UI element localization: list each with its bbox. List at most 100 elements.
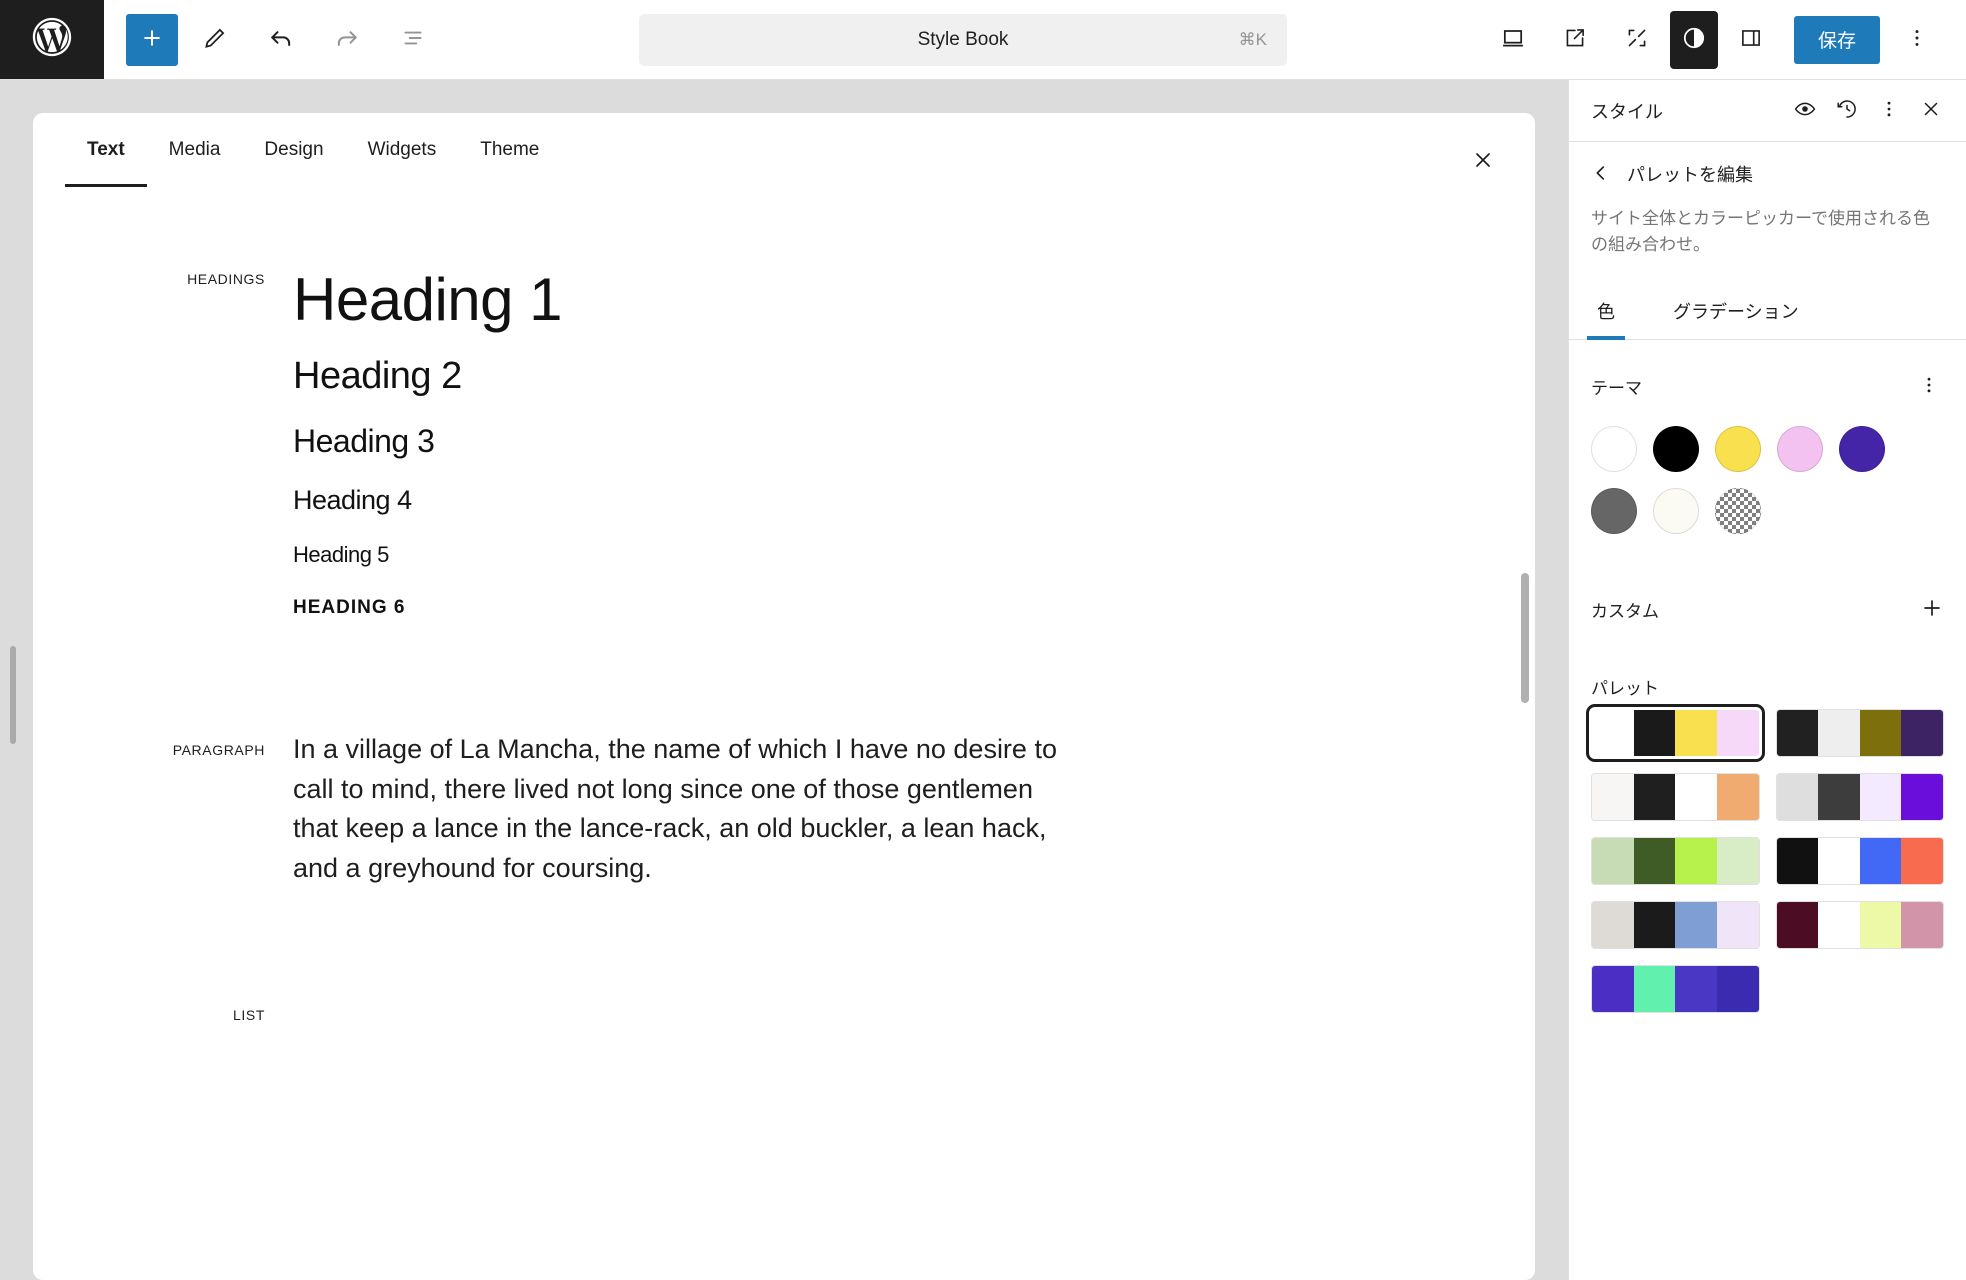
palette-4[interactable] — [1775, 772, 1944, 821]
heading-4-sample: Heading 4 — [293, 484, 412, 515]
style-book-tab-bar: Text Media Design Widgets Theme — [33, 113, 1535, 187]
canvas-scrollbar-thumb[interactable] — [1521, 573, 1529, 703]
style-book-toggle-button[interactable] — [1669, 10, 1718, 69]
command-bar-area: Style Book ⌘K — [442, 0, 1484, 79]
command-bar-shortcut: ⌘K — [1238, 29, 1267, 49]
options-menu-button[interactable] — [1888, 11, 1946, 69]
revisions-history-icon — [1835, 97, 1859, 124]
undo-button[interactable] — [252, 11, 310, 69]
edit-tool-button[interactable] — [186, 11, 244, 69]
heading-5-sample: Heading 5 — [293, 542, 389, 568]
redo-arrow-icon — [333, 24, 361, 55]
swatch-transparent[interactable] — [1715, 487, 1761, 534]
palette-section-title: パレット — [1591, 678, 1659, 698]
heading-2-sample: Heading 2 — [293, 355, 462, 397]
palette-8[interactable] — [1775, 900, 1944, 949]
swatch-cream[interactable] — [1653, 487, 1699, 534]
tab-colors[interactable]: 色 — [1587, 283, 1625, 340]
sidebar-panel-icon — [1738, 25, 1764, 54]
three-dots-vertical-icon — [1906, 27, 1928, 52]
style-preview-eye-icon — [1793, 97, 1817, 124]
save-button[interactable]: 保存 — [1793, 15, 1880, 64]
swatch-purple[interactable] — [1839, 425, 1885, 472]
document-overview-button[interactable] — [384, 11, 442, 69]
add-custom-color-button[interactable] — [1914, 592, 1950, 628]
tab-widgets[interactable]: Widgets — [346, 113, 459, 187]
styles-sidebar: スタイル パレットを編集 サイト全体とカラーピッカーで使用される色の組み合わせ。… — [1568, 80, 1966, 1280]
palette-9[interactable] — [1591, 964, 1760, 1013]
close-style-book-button[interactable] — [1461, 139, 1505, 183]
tab-text[interactable]: Text — [65, 113, 147, 187]
section-paragraph: PARAGRAPH In a village of La Mancha, the… — [33, 730, 1535, 890]
headings-examples: Heading 1 Heading 2 Heading 3 Heading 4 … — [293, 265, 1535, 620]
style-preview-button[interactable] — [1784, 90, 1826, 132]
top-toolbar: Style Book ⌘K 保存 — [0, 0, 1966, 80]
theme-section-menu-button[interactable] — [1908, 366, 1950, 408]
palette-section-header: パレット — [1569, 638, 1966, 699]
list-view-icon — [400, 25, 426, 54]
palette-grid — [1569, 699, 1966, 1035]
swatch-yellow[interactable] — [1715, 425, 1761, 472]
section-label-headings: HEADINGS — [187, 271, 265, 287]
three-dots-vertical-icon — [1919, 375, 1939, 398]
style-book-panel: Text Media Design Widgets Theme HEADINGS — [33, 113, 1535, 1280]
close-sidebar-icon — [1920, 98, 1942, 123]
revisions-button[interactable] — [1826, 90, 1868, 132]
swatch-white[interactable] — [1591, 425, 1637, 472]
tab-theme[interactable]: Theme — [458, 113, 561, 187]
plus-icon — [1920, 596, 1944, 623]
tab-design[interactable]: Design — [242, 113, 345, 187]
close-sidebar-button[interactable] — [1910, 90, 1952, 132]
swatch-black[interactable] — [1653, 425, 1699, 472]
back-button[interactable] — [1581, 154, 1621, 194]
pencil-icon — [202, 25, 228, 54]
wordpress-logo-button[interactable] — [0, 0, 104, 79]
palette-description: サイト全体とカラーピッカーで使用される色の組み合わせ。 — [1591, 209, 1930, 255]
theme-section-header: テーマ — [1569, 340, 1966, 418]
more-options-icon — [1879, 99, 1899, 122]
swatch-pink[interactable] — [1777, 425, 1823, 472]
heading-6-sample: HEADING 6 — [293, 596, 406, 618]
color-tab-bar: 色 グラデーション — [1569, 283, 1966, 340]
paragraph-examples: In a village of La Mancha, the name of w… — [293, 730, 1535, 890]
external-link-icon — [1562, 25, 1588, 54]
palette-default[interactable] — [1586, 703, 1765, 762]
heading-3-sample: Heading 3 — [293, 422, 435, 459]
canvas-scrollbar-track — [1521, 113, 1529, 1280]
tab-media[interactable]: Media — [147, 113, 243, 187]
canvas-left-scrollbar[interactable] — [10, 646, 16, 744]
section-label-list: LIST — [233, 1007, 265, 1024]
device-preview-button[interactable] — [1484, 11, 1542, 69]
wordpress-logo-icon — [29, 14, 75, 65]
palette-7[interactable] — [1591, 900, 1760, 949]
style-book-content: HEADINGS Heading 1 Heading 2 Heading 3 H… — [33, 265, 1535, 1023]
expand-icon — [1624, 25, 1650, 54]
palette-5[interactable] — [1591, 836, 1760, 885]
add-block-button[interactable] — [126, 13, 178, 66]
view-site-button[interactable] — [1546, 11, 1604, 69]
custom-section-header: カスタム — [1569, 534, 1966, 638]
swatch-gray[interactable] — [1591, 487, 1637, 534]
undo-arrow-icon — [267, 24, 295, 55]
contrast-circle-icon — [1681, 25, 1707, 54]
palette-3[interactable] — [1591, 772, 1760, 821]
palette-6[interactable] — [1775, 836, 1944, 885]
redo-button[interactable] — [318, 11, 376, 69]
palette-2[interactable] — [1775, 708, 1944, 757]
settings-sidebar-button[interactable] — [1722, 11, 1780, 69]
section-headings: HEADINGS Heading 1 Heading 2 Heading 3 H… — [33, 265, 1535, 620]
sidebar-more-options-button[interactable] — [1868, 90, 1910, 132]
sidebar-header: スタイル — [1569, 80, 1966, 142]
chevron-left-icon — [1590, 162, 1612, 187]
custom-section-title: カスタム — [1591, 602, 1659, 622]
style-book-canvas: Text Media Design Widgets Theme HEADINGS — [0, 80, 1568, 1280]
paragraph-sample: In a village of La Mancha, the name of w… — [293, 733, 1057, 884]
desktop-icon — [1499, 24, 1527, 55]
command-bar[interactable]: Style Book ⌘K — [638, 13, 1287, 66]
heading-1-sample: Heading 1 — [293, 266, 563, 333]
zoom-out-button[interactable] — [1608, 11, 1666, 69]
tab-gradients[interactable]: グラデーション — [1667, 283, 1805, 339]
theme-section-title: テーマ — [1591, 379, 1642, 399]
editor-body: Text Media Design Widgets Theme HEADINGS — [0, 80, 1966, 1280]
close-x-icon — [1471, 148, 1495, 175]
